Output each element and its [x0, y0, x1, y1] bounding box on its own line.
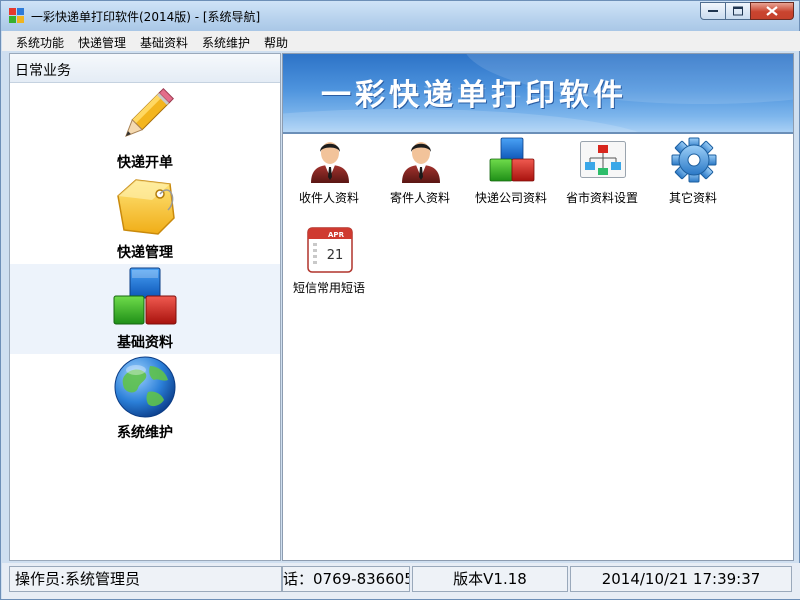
title-bar[interactable]: 一彩快递单打印软件(2014版) - [系统导航]	[1, 1, 799, 31]
gear-icon	[671, 137, 717, 183]
globe-icon	[114, 356, 176, 418]
tile-label: 省市资料设置	[565, 191, 638, 205]
window-title: 一彩快递单打印软件(2014版) - [系统导航]	[31, 10, 261, 24]
status-phone: 话：0769-836605	[282, 566, 410, 592]
tile-other-data[interactable]: 其它资料	[648, 137, 738, 217]
user-icon	[402, 142, 440, 183]
menu-help[interactable]: 帮助	[264, 34, 288, 51]
org-chart-icon	[580, 141, 626, 178]
close-icon	[766, 6, 778, 16]
tile-label: 快递公司资料	[474, 191, 547, 205]
banner-divider	[283, 132, 793, 134]
menu-system-maintenance[interactable]: 系统维护	[202, 34, 250, 51]
menu-express-management[interactable]: 快递管理	[78, 34, 126, 51]
calendar-day: 21	[327, 248, 344, 263]
window-controls	[700, 2, 794, 22]
tile-label: 其它资料	[668, 191, 717, 205]
banner-title-reflection: 一彩快递单打印软件	[321, 82, 627, 99]
maximize-button[interactable]	[725, 2, 751, 20]
left-panel-header: 日常业务	[10, 54, 280, 83]
tile-courier-company-data[interactable]: 快递公司资料	[466, 137, 556, 217]
status-bar: 操作员:系统管理员 话：0769-836605 版本V1.18 2014/10/…	[2, 563, 800, 599]
minimize-button[interactable]	[700, 2, 726, 20]
menu-bar: 系统功能 快递管理 基础资料 系统维护 帮助	[2, 31, 800, 51]
status-datetime: 2014/10/21 17:39:37	[570, 566, 792, 592]
pencil-icon	[125, 88, 174, 137]
minimize-icon	[708, 10, 718, 12]
nav-item-label: 基础资料	[117, 335, 173, 351]
tile-sender-data[interactable]: 寄件人资料	[375, 137, 465, 217]
app-logo-icon	[9, 8, 25, 24]
nav-item-express-order[interactable]: 快递开单	[10, 84, 280, 174]
tile-sms-phrases[interactable]: APR 21 短信常用短语	[284, 227, 374, 307]
nav-item-label: 快递开单	[117, 155, 173, 171]
left-panel-title: 日常业务	[15, 63, 71, 79]
menu-system-functions[interactable]: 系统功能	[16, 34, 64, 51]
main-content-panel: 一彩快递单打印软件 一彩快递单打印软件 收件人资料 寄件人资料 快递公司资料 省…	[282, 53, 794, 561]
left-nav-panel: 日常业务 快递开单 快递管理 基础资料 系统维护	[9, 53, 281, 561]
app-window: 一彩快递单打印软件(2014版) - [系统导航] 系统功能 快递管理 基础资料…	[0, 0, 800, 600]
nav-item-basic-data[interactable]: 基础资料	[10, 264, 280, 354]
maximize-icon	[733, 6, 743, 16]
status-version: 版本V1.18	[412, 566, 568, 592]
tile-label: 收件人资料	[298, 191, 359, 205]
blocks-icon	[489, 137, 535, 182]
nav-item-express-management[interactable]: 快递管理	[10, 174, 280, 264]
tag-icon	[117, 179, 175, 235]
status-operator: 操作员:系统管理员	[9, 566, 282, 592]
tile-province-city-settings[interactable]: 省市资料设置	[557, 137, 647, 217]
calendar-month: APR	[328, 231, 345, 239]
nav-item-label: 系统维护	[117, 425, 173, 441]
tile-label: 短信常用短语	[292, 281, 365, 295]
calendar-icon: APR 21	[307, 227, 353, 273]
blocks-icon	[113, 267, 177, 325]
tile-label: 寄件人资料	[389, 191, 450, 205]
nav-item-system-maintenance[interactable]: 系统维护	[10, 354, 280, 444]
close-button[interactable]	[750, 2, 794, 20]
nav-item-label: 快递管理	[117, 245, 173, 261]
app-banner: 一彩快递单打印软件 一彩快递单打印软件	[283, 54, 793, 132]
user-icon	[311, 142, 349, 183]
menu-basic-data[interactable]: 基础资料	[140, 34, 188, 51]
tile-recipient-data[interactable]: 收件人资料	[284, 137, 374, 217]
